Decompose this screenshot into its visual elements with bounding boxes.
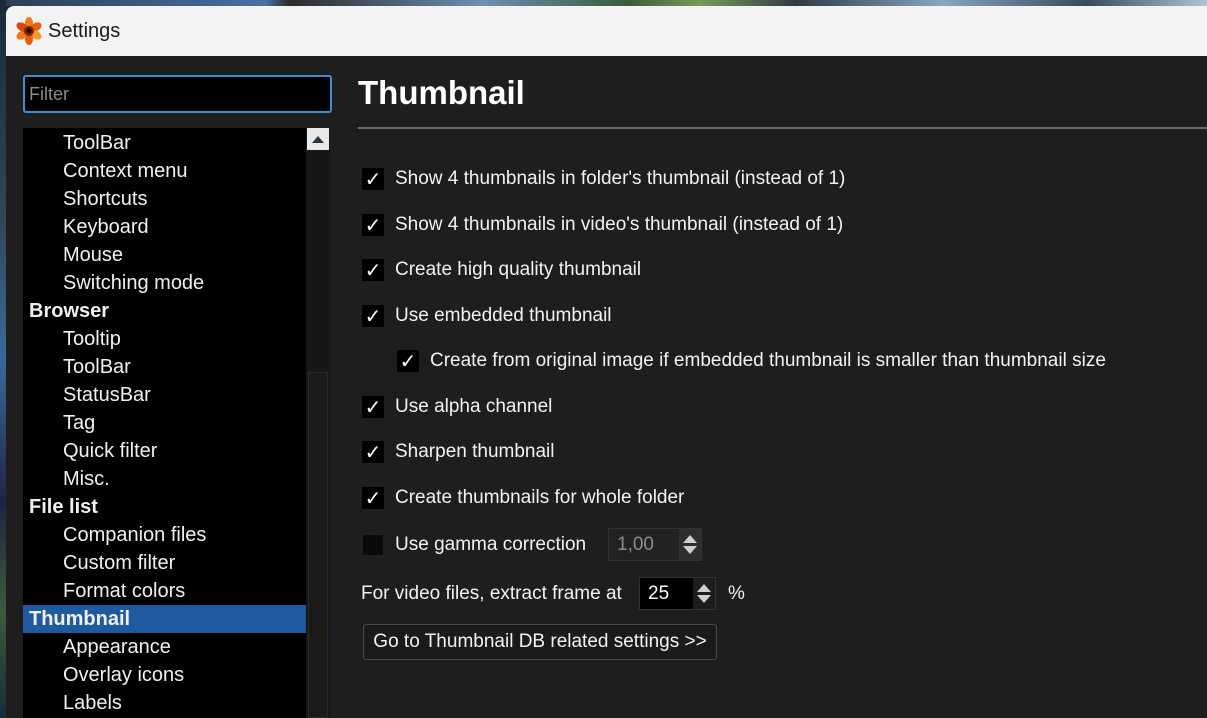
tree-item-toolbar[interactable]: ToolBar <box>23 129 306 157</box>
xnview-flower-icon <box>14 16 44 46</box>
tree-item-statusbar[interactable]: StatusBar <box>23 381 306 409</box>
checkbox-gamma[interactable] <box>362 534 384 556</box>
checkbox-from-original[interactable]: ✓ <box>397 350 419 373</box>
spin-up-icon[interactable] <box>683 535 697 543</box>
tree-item-tag[interactable]: Tag <box>23 409 306 437</box>
option-label: Sharpen thumbnail <box>395 441 555 462</box>
option-embedded[interactable]: ✓ Use embedded thumbnail <box>362 303 612 329</box>
option-whole-folder[interactable]: ✓ Create thumbnails for whole folder <box>362 485 684 511</box>
thumbnail-db-settings-button[interactable]: Go to Thumbnail DB related settings >> <box>363 624 717 660</box>
checkbox-sharpen[interactable]: ✓ <box>362 441 384 464</box>
option-label: Use gamma correction <box>395 534 587 555</box>
settings-tree: ToolBar Context menu Shortcuts Keyboard … <box>23 128 330 718</box>
tree-item-file-list[interactable]: File list <box>23 493 306 521</box>
option-label: Create from original image if embedded t… <box>430 350 1106 371</box>
option-high-quality[interactable]: ✓ Create high quality thumbnail <box>362 257 641 283</box>
tree-item-mouse[interactable]: Mouse <box>23 241 306 269</box>
filter-input[interactable] <box>23 75 332 113</box>
gamma-spin-buttons[interactable] <box>679 529 701 560</box>
page-title: Thumbnail <box>358 74 525 111</box>
video-frame-spinbox[interactable]: 25 <box>639 577 716 610</box>
option-from-original[interactable]: ✓ Create from original image if embedded… <box>397 348 1106 374</box>
option-show4-folder[interactable]: ✓ Show 4 thumbnails in folder's thumbnai… <box>362 166 845 192</box>
tree-item-misc[interactable]: Misc. <box>23 465 306 493</box>
spin-down-icon[interactable] <box>697 595 711 603</box>
tree-item-overlay-icons[interactable]: Overlay icons <box>23 661 306 689</box>
title-divider <box>358 127 1207 129</box>
gamma-value[interactable]: 1,00 <box>609 534 679 556</box>
spin-up-icon[interactable] <box>697 584 711 592</box>
video-frame-unit: % <box>728 583 745 604</box>
tree-item-switching-mode[interactable]: Switching mode <box>23 269 306 297</box>
tree-item-shortcuts[interactable]: Shortcuts <box>23 185 306 213</box>
tree-item-appearance[interactable]: Appearance <box>23 633 306 661</box>
tree-item-keyboard[interactable]: Keyboard <box>23 213 306 241</box>
title-bar[interactable]: Settings <box>6 6 1207 56</box>
spin-down-icon[interactable] <box>683 546 697 554</box>
scroll-up-button[interactable] <box>307 128 329 150</box>
tree-list: ToolBar Context menu Shortcuts Keyboard … <box>23 129 306 717</box>
option-alpha[interactable]: ✓ Use alpha channel <box>362 394 552 420</box>
checkbox-high-quality[interactable]: ✓ <box>362 259 384 282</box>
option-label: Create thumbnails for whole folder <box>395 487 685 508</box>
tree-item-companion-files[interactable]: Companion files <box>23 521 306 549</box>
tree-item-format-colors[interactable]: Format colors <box>23 577 306 605</box>
window-title: Settings <box>48 19 121 42</box>
option-label: Use alpha channel <box>395 396 553 417</box>
video-frame-label: For video files, extract frame at <box>361 583 622 604</box>
option-label: Show 4 thumbnails in video's thumbnail (… <box>395 214 844 235</box>
option-sharpen[interactable]: ✓ Sharpen thumbnail <box>362 439 555 465</box>
checkbox-show4-video[interactable]: ✓ <box>362 214 384 237</box>
option-label: Create high quality thumbnail <box>395 259 642 280</box>
tree-item-thumbnail[interactable]: Thumbnail <box>23 605 306 633</box>
chevron-up-icon <box>312 135 324 143</box>
video-frame-spin-buttons[interactable] <box>693 578 715 609</box>
video-frame-value[interactable]: 25 <box>640 583 693 605</box>
tree-item-browser[interactable]: Browser <box>23 297 306 325</box>
checkbox-embedded[interactable]: ✓ <box>362 305 384 328</box>
option-label: Use embedded thumbnail <box>395 305 612 326</box>
option-gamma[interactable]: Use gamma correction <box>362 532 586 558</box>
gamma-spinbox[interactable]: 1,00 <box>608 528 702 561</box>
tree-item-quick-filter[interactable]: Quick filter <box>23 437 306 465</box>
checkbox-whole-folder[interactable]: ✓ <box>362 487 384 510</box>
settings-window: Settings ToolBar Context menu Shortcuts … <box>6 6 1207 718</box>
checkbox-alpha[interactable]: ✓ <box>362 396 384 419</box>
option-show4-video[interactable]: ✓ Show 4 thumbnails in video's thumbnail… <box>362 212 843 238</box>
tree-item-browser-toolbar[interactable]: ToolBar <box>23 353 306 381</box>
tree-scrollbar[interactable] <box>306 128 330 718</box>
tree-item-labels[interactable]: Labels <box>23 689 306 717</box>
tree-item-custom-filter[interactable]: Custom filter <box>23 549 306 577</box>
option-label: Show 4 thumbnails in folder's thumbnail … <box>395 168 846 189</box>
tree-item-context-menu[interactable]: Context menu <box>23 157 306 185</box>
checkbox-show4-folder[interactable]: ✓ <box>362 168 384 191</box>
tree-item-tooltip[interactable]: Tooltip <box>23 325 306 353</box>
scroll-thumb[interactable] <box>308 372 328 718</box>
